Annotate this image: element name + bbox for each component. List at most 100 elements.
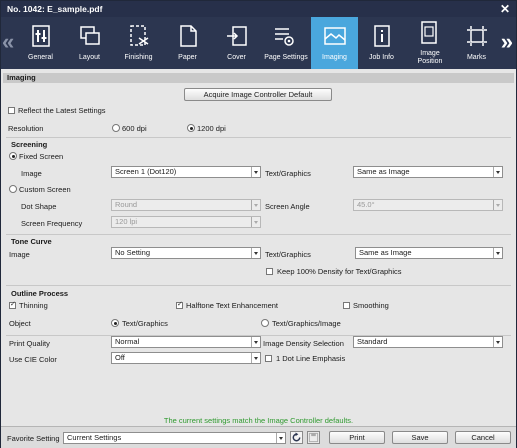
tone-curve-section (6, 234, 511, 284)
cie-color-select[interactable]: Off (111, 352, 261, 364)
keep-density-label: Keep 100% Density for Text/Graphics (277, 267, 402, 276)
chevron-down-icon (251, 337, 260, 347)
scroll-right-icon[interactable]: » (501, 31, 513, 53)
smoothing-checkbox[interactable] (343, 302, 350, 309)
screen-angle-label: Screen Angle (265, 202, 310, 211)
outline-section (6, 285, 511, 335)
general-icon (32, 25, 50, 47)
tab-general[interactable]: General (17, 17, 64, 69)
custom-screen-radio[interactable] (9, 185, 17, 193)
fixed-screen-radio[interactable] (9, 152, 17, 160)
tab-paper[interactable]: Paper (164, 17, 211, 69)
outline-title: Outline Process (11, 289, 69, 298)
layout-icon (80, 26, 100, 45)
print-quality-select[interactable]: Normal (111, 336, 261, 348)
screening-title: Screening (11, 140, 48, 149)
tab-layout[interactable]: Layout (66, 17, 113, 69)
screen-image-select[interactable]: Screen 1 (Dot120) (111, 166, 261, 178)
object-text-graphics-image-radio[interactable] (261, 319, 269, 327)
select-value: Same as Image (359, 248, 412, 257)
tab-label: Cover (227, 54, 246, 61)
tab-marks[interactable]: Marks (453, 17, 500, 69)
save-button[interactable]: Save (392, 431, 448, 444)
keep-density-checkbox[interactable] (266, 268, 273, 275)
fixed-screen-label: Fixed Screen (19, 152, 64, 161)
reflect-latest-checkbox[interactable] (8, 107, 15, 114)
screen-angle-select[interactable]: 45.0° (353, 199, 503, 211)
tab-label: Layout (78, 54, 101, 61)
marks-icon (467, 26, 487, 46)
density-selection-select[interactable]: Standard (353, 336, 503, 348)
tab-label: Job Info (369, 54, 394, 61)
status-message: The current settings match the Image Con… (163, 416, 354, 425)
tab-label: Finishing (124, 54, 153, 61)
imaging-icon (324, 27, 346, 45)
chevron-down-icon (251, 353, 260, 363)
halftone-checkbox[interactable] (176, 300, 183, 309)
tone-image-select[interactable]: No Setting (111, 247, 261, 259)
tab-label: Paper (178, 54, 197, 61)
select-value: 120 lpi (115, 217, 138, 226)
favorite-setting-select[interactable]: Current Settings (63, 432, 286, 444)
object-text-graphics-image-label: Text/Graphics/Image (272, 319, 341, 328)
chevron-down-icon (493, 200, 502, 210)
close-icon[interactable]: ✕ (500, 2, 510, 16)
tab-cover[interactable]: Cover (213, 17, 260, 69)
one-dot-checkbox[interactable] (265, 355, 272, 362)
screen-text-graphics-select[interactable]: Same as Image (353, 166, 503, 178)
footer-bar: Favorite Setting Current Settings Print … (1, 426, 516, 448)
tab-job-info[interactable]: Job Info (358, 17, 405, 69)
settings-toolbar: « General Layout Finishing Paper Cover P… (1, 17, 516, 69)
tab-image-position[interactable]: Image Position (405, 17, 455, 69)
window-title: No. 1042: E_sample.pdf (7, 4, 103, 14)
resolution-1200-radio[interactable] (187, 124, 195, 132)
refresh-button[interactable] (290, 431, 303, 444)
chevron-down-icon (276, 433, 285, 443)
cie-color-label: Use CIE Color (9, 355, 57, 364)
image-position-icon (421, 21, 437, 44)
imaging-header: Imaging (3, 73, 514, 83)
tone-text-graphics-label: Text/Graphics (265, 250, 311, 259)
tab-label: Marks (466, 54, 487, 61)
floppy-disk-icon (308, 432, 319, 443)
cancel-button[interactable]: Cancel (455, 431, 511, 444)
thinning-checkbox[interactable] (9, 300, 16, 309)
chevron-down-icon (493, 248, 502, 258)
tone-curve-title: Tone Curve (11, 237, 52, 246)
scroll-left-icon[interactable]: « (2, 31, 14, 53)
tone-image-label: Image (9, 250, 30, 259)
print-button[interactable]: Print (329, 431, 385, 444)
save-favorite-button[interactable] (307, 431, 320, 444)
object-label: Object (9, 319, 31, 328)
halftone-label: Halftone Text Enhancement (186, 301, 279, 310)
cover-icon (227, 26, 247, 46)
favorite-setting-label: Favorite Setting (7, 434, 60, 443)
object-text-graphics-radio[interactable] (111, 319, 119, 327)
custom-screen-label: Custom Screen (19, 185, 71, 194)
tab-finishing[interactable]: Finishing (115, 17, 162, 69)
select-value: Normal (115, 337, 140, 346)
select-value: No Setting (115, 248, 151, 257)
screen-frequency-select[interactable]: 120 lpi (111, 216, 261, 228)
resolution-1200-label: 1200 dpi (197, 124, 226, 133)
acquire-default-button[interactable]: Acquire Image Controller Default (184, 88, 332, 101)
dot-shape-label: Dot Shape (21, 202, 57, 211)
dot-shape-select[interactable]: Round (111, 199, 261, 211)
resolution-600-radio[interactable] (112, 124, 120, 132)
print-settings-window: No. 1042: E_sample.pdf ✕ « General Layou… (0, 0, 517, 448)
tab-imaging[interactable]: Imaging (311, 17, 358, 69)
screen-text-graphics-label: Text/Graphics (265, 169, 311, 178)
density-selection-label: Image Density Selection (263, 339, 344, 348)
tab-label: Page Settings (264, 54, 308, 61)
finishing-icon (130, 25, 149, 46)
reflect-latest-label: Reflect the Latest Settings (18, 106, 106, 115)
select-value: Current Settings (67, 433, 122, 442)
one-dot-label: 1 Dot Line Emphasis (276, 354, 346, 363)
chevron-down-icon (493, 337, 502, 347)
select-value: Screen 1 (Dot120) (115, 167, 177, 176)
tab-page-settings[interactable]: Page Settings (260, 17, 312, 69)
select-value: Off (115, 353, 125, 362)
tone-text-graphics-select[interactable]: Same as Image (355, 247, 503, 259)
thinning-label: Thinning (19, 301, 48, 310)
chevron-down-icon (251, 167, 260, 177)
